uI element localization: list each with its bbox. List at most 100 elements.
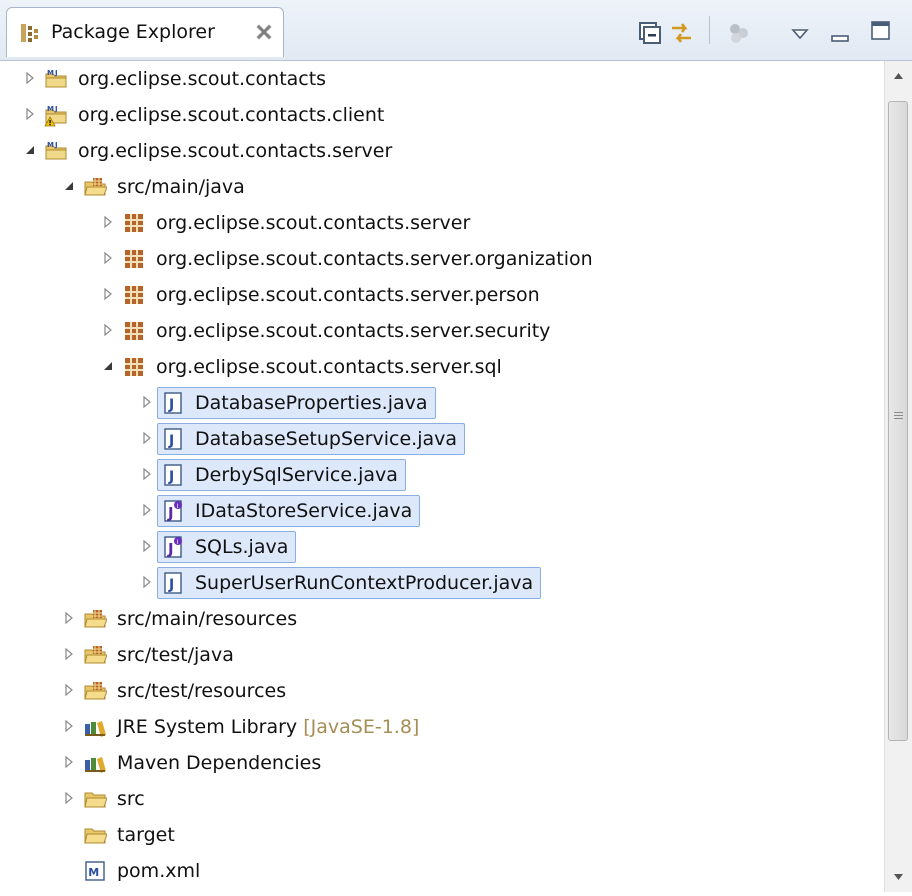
tree-row[interactable]: M pom.xml	[0, 853, 884, 889]
svg-text:I: I	[177, 503, 179, 510]
tree-item-label: target	[113, 821, 179, 849]
collapsed-arrow-icon[interactable]	[100, 322, 116, 338]
package-explorer-view: Package Explorer M J org.eclipse.scout.c…	[0, 0, 912, 892]
tree-row[interactable]: org.eclipse.scout.contacts.server.sql	[0, 349, 884, 385]
tree-item-label: SQLs.java	[191, 533, 292, 561]
collapsed-arrow-icon[interactable]	[139, 430, 155, 446]
collapsed-arrow-icon[interactable]	[139, 574, 155, 590]
tree-row[interactable]: src/main/java	[0, 169, 884, 205]
tree-row[interactable]: org.eclipse.scout.contacts.server.person	[0, 277, 884, 313]
tree-item-label: org.eclipse.scout.contacts.server	[152, 209, 474, 237]
java-interface-file-icon: J I	[161, 499, 185, 523]
toolbar-separator	[709, 16, 710, 44]
folder-icon	[83, 823, 108, 847]
tree-item-text: org.eclipse.scout.contacts.server.person	[156, 284, 540, 306]
collapsed-arrow-icon[interactable]	[61, 790, 77, 806]
maven-pom-icon: M	[83, 859, 107, 883]
collapsed-arrow-icon[interactable]	[139, 502, 155, 518]
svg-text:M: M	[88, 866, 99, 879]
minimize-icon	[831, 35, 849, 42]
tree-item-text: DerbySqlService.java	[195, 464, 398, 486]
svg-text:J: J	[167, 504, 174, 522]
tree-item-label: org.eclipse.scout.contacts.server.sql	[152, 353, 506, 381]
tree-item-text: DatabaseProperties.java	[195, 392, 428, 414]
collapsed-arrow-icon[interactable]	[100, 214, 116, 230]
collapsed-arrow-icon[interactable]	[139, 538, 155, 554]
tree-row[interactable]: target	[0, 817, 884, 853]
svg-text:J: J	[54, 105, 58, 113]
collapsed-arrow-icon[interactable]	[61, 718, 77, 734]
view-menu-button[interactable]	[791, 25, 809, 44]
collapsed-arrow-icon[interactable]	[139, 466, 155, 482]
expanded-arrow-icon[interactable]	[22, 142, 38, 158]
tree-item-text: org.eclipse.scout.contacts.server.sql	[156, 356, 502, 378]
tree-row[interactable]: src/main/resources	[0, 601, 884, 637]
tree-row[interactable]: Maven Dependencies	[0, 745, 884, 781]
tree-row[interactable]: src	[0, 781, 884, 817]
tree-item-text: src/test/java	[117, 644, 234, 666]
collapsed-arrow-icon[interactable]	[61, 754, 77, 770]
tree-item-text: org.eclipse.scout.contacts	[78, 68, 327, 90]
tree-row[interactable]: M J org.eclipse.scout.contacts	[0, 61, 884, 97]
project-tree[interactable]: M J org.eclipse.scout.contacts M J org.e…	[0, 61, 884, 892]
link-with-editor-button[interactable]	[669, 20, 695, 50]
tree-row[interactable]: J DatabaseProperties.java	[0, 385, 884, 421]
maven-project-icon: M J	[44, 67, 68, 91]
tree-row[interactable]: org.eclipse.scout.contacts.server	[0, 205, 884, 241]
tree-row[interactable]: J DatabaseSetupService.java	[0, 421, 884, 457]
collapse-all-button[interactable]	[637, 20, 661, 48]
scrollbar-thumb[interactable]	[888, 101, 908, 741]
tree-row[interactable]: org.eclipse.scout.contacts.server.organi…	[0, 241, 884, 277]
tree-row[interactable]: J SuperUserRunContextProducer.java	[0, 565, 884, 601]
tree-item-label: org.eclipse.scout.contacts.server.person	[152, 281, 544, 309]
tree-row[interactable]: J I SQLs.java	[0, 529, 884, 565]
tree-item-label: DatabaseSetupService.java	[191, 425, 461, 453]
tree-row[interactable]: JRE System Library [JavaSE-1.8]	[0, 709, 884, 745]
tab-package-explorer[interactable]: Package Explorer	[6, 7, 284, 57]
tree-row[interactable]: src/test/resources	[0, 673, 884, 709]
minimize-button[interactable]	[831, 28, 849, 47]
vertical-scrollbar[interactable]	[884, 61, 912, 892]
tree-item-text: org.eclipse.scout.contacts.client	[78, 104, 385, 126]
tree-row[interactable]: J DerbySqlService.java	[0, 457, 884, 493]
tree-item-label: pom.xml	[113, 857, 204, 885]
maximize-button[interactable]	[871, 21, 891, 45]
tree-item-text: src/main/java	[117, 176, 245, 198]
collapsed-arrow-icon[interactable]	[61, 610, 77, 626]
close-icon[interactable]	[255, 23, 273, 45]
collapsed-arrow-icon[interactable]	[100, 286, 116, 302]
tree-item-label: SuperUserRunContextProducer.java	[191, 569, 537, 597]
tree-item-text: src/main/resources	[117, 608, 298, 630]
tree-item-label: org.eclipse.scout.contacts.server.securi…	[152, 317, 554, 345]
source-folder-icon	[83, 607, 108, 631]
collapsed-arrow-icon[interactable]	[139, 394, 155, 410]
collapsed-arrow-icon[interactable]	[100, 250, 116, 266]
maximize-icon	[871, 21, 890, 40]
tree-row[interactable]: M J org.eclipse.scout.contacts.server	[0, 133, 884, 169]
expanded-arrow-icon[interactable]	[100, 358, 116, 374]
source-folder-icon	[83, 175, 108, 199]
scroll-up-button[interactable]	[885, 61, 912, 91]
tree-item-label: src/test/java	[113, 641, 238, 669]
expanded-arrow-icon[interactable]	[61, 178, 77, 194]
tree-row[interactable]: J I IDataStoreService.java	[0, 493, 884, 529]
tree-row[interactable]: M J org.eclipse.scout.contacts.client	[0, 97, 884, 133]
collapsed-arrow-icon[interactable]	[22, 106, 38, 122]
focus-on-active-task-button[interactable]	[726, 20, 752, 50]
chevron-down-icon	[894, 874, 903, 880]
collapsed-arrow-icon[interactable]	[61, 646, 77, 662]
tree-item-text: target	[117, 824, 175, 846]
collapsed-arrow-icon[interactable]	[61, 682, 77, 698]
tree-item-label: DatabaseProperties.java	[191, 389, 432, 417]
collapsed-arrow-icon[interactable]	[22, 70, 38, 86]
tree-row[interactable]: src/test/java	[0, 637, 884, 673]
source-folder-icon	[83, 679, 108, 703]
tree-row[interactable]: org.eclipse.scout.contacts.server.securi…	[0, 313, 884, 349]
java-class-file-icon: J	[161, 571, 185, 595]
maven-project-warning-icon: M J	[44, 103, 68, 127]
svg-text:M: M	[47, 69, 54, 77]
tree-item-text: org.eclipse.scout.contacts.server.securi…	[156, 320, 551, 342]
scroll-down-button[interactable]	[885, 862, 912, 892]
svg-text:J: J	[168, 433, 174, 449]
java-class-file-icon: J	[161, 391, 185, 415]
